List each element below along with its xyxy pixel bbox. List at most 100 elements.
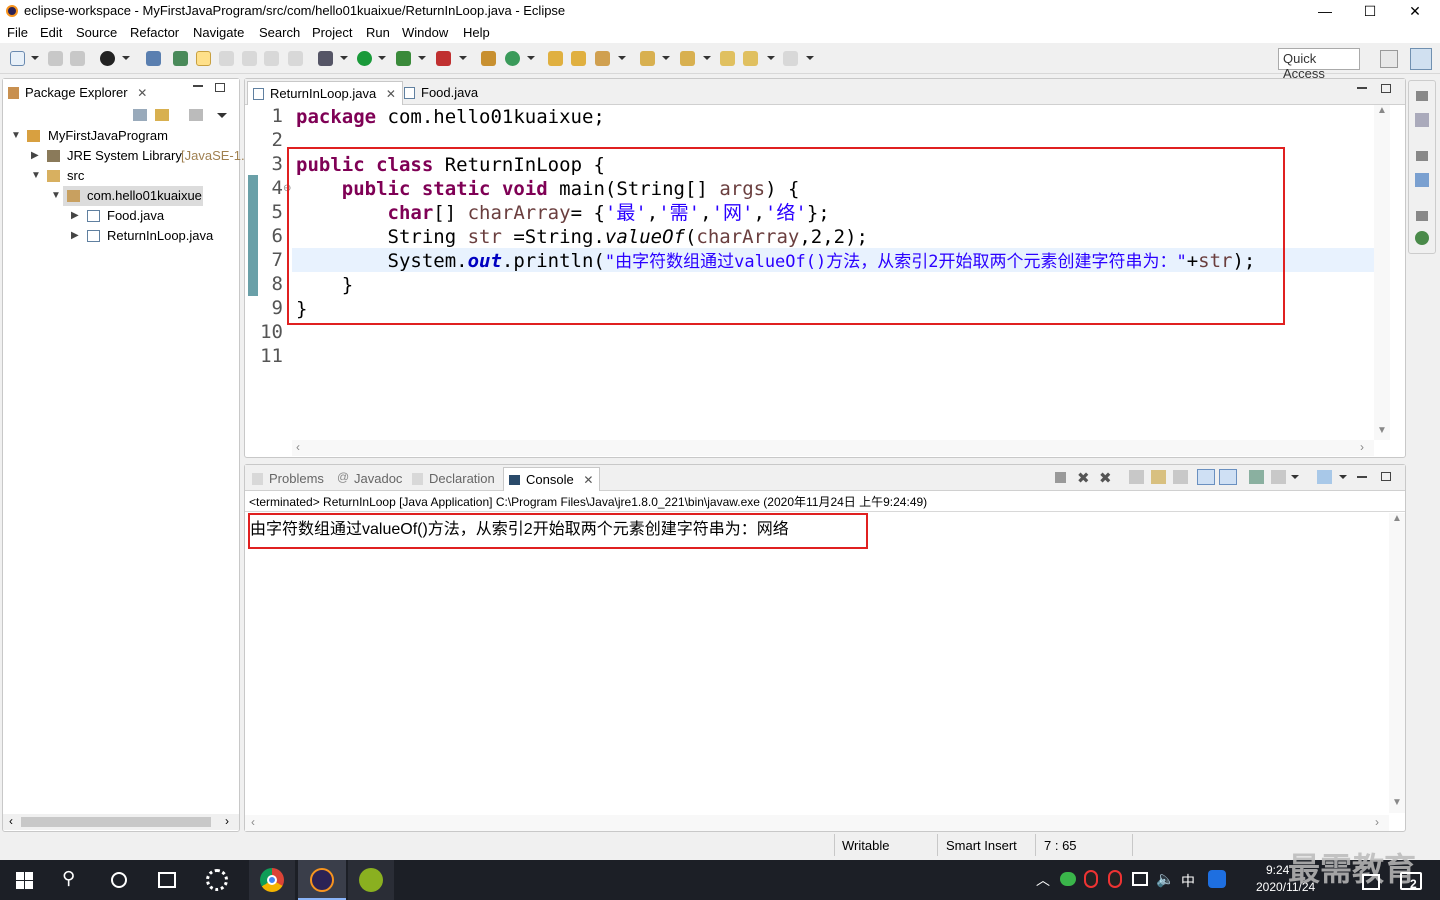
open-type-icon[interactable] <box>173 51 188 66</box>
editor-horizontal-scrollbar[interactable]: ‹ › <box>292 440 1374 456</box>
filter-icon[interactable] <box>189 109 203 121</box>
profile-icon[interactable] <box>100 51 115 66</box>
chevron-down-icon[interactable] <box>806 56 814 60</box>
skip-breakpoints-icon[interactable] <box>146 51 161 66</box>
chevron-down-icon[interactable]: ▼ <box>31 166 41 186</box>
quick-access-input[interactable]: Quick Access <box>1278 48 1360 81</box>
qq-browser-icon[interactable] <box>1208 870 1226 888</box>
chevron-right-icon[interactable]: ▶ <box>71 226 79 246</box>
chevron-down-icon[interactable]: ▼ <box>11 126 21 146</box>
tab-food[interactable]: Food.java <box>399 81 484 105</box>
code-line-1[interactable]: package com.hello01kuaixue; <box>296 105 605 129</box>
mark-occurrences-icon[interactable] <box>196 51 211 66</box>
menu-edit[interactable]: Edit <box>40 25 62 40</box>
open-console-icon[interactable] <box>1317 470 1332 484</box>
chevron-down-icon[interactable] <box>31 56 39 60</box>
paragraph-icon[interactable] <box>288 51 303 66</box>
chevron-down-icon[interactable] <box>767 56 775 60</box>
clock-time[interactable]: 9:24 <box>1266 863 1289 877</box>
forward-icon[interactable] <box>783 51 798 66</box>
editor-vertical-scrollbar[interactable]: ▲ ▼ <box>1374 105 1390 440</box>
close-button[interactable]: ✕ <box>1392 0 1438 22</box>
save-icon[interactable] <box>48 51 63 66</box>
show-on-stdout-icon[interactable] <box>1197 469 1215 485</box>
new-class-icon[interactable] <box>505 51 520 66</box>
task-list-icon[interactable] <box>1415 113 1429 127</box>
menu-navigate[interactable]: Navigate <box>193 25 244 40</box>
minimize-icon[interactable] <box>1357 476 1367 478</box>
scroll-down-icon[interactable]: ▼ <box>1392 797 1402 808</box>
minimize-icon[interactable] <box>193 85 203 87</box>
menu-help[interactable]: Help <box>463 25 490 40</box>
qq-icon[interactable] <box>1084 870 1098 888</box>
scroll-up-icon[interactable]: ▲ <box>1392 513 1402 524</box>
outline-icon[interactable] <box>1415 173 1429 187</box>
chevron-down-icon[interactable] <box>122 56 130 60</box>
chevron-down-icon[interactable] <box>378 56 386 60</box>
last-edit-icon[interactable] <box>720 51 735 66</box>
chevron-down-icon[interactable] <box>527 56 535 60</box>
display-console-icon[interactable] <box>1271 470 1286 484</box>
show-on-stderr-icon[interactable] <box>1219 469 1237 485</box>
search-icon[interactable] <box>595 51 610 66</box>
menu-search[interactable]: Search <box>259 25 300 40</box>
tab-package-explorer[interactable]: Package Explorer ✕ <box>3 81 153 105</box>
show-whitespace-icon[interactable] <box>264 51 279 66</box>
console-vertical-scrollbar[interactable]: ▲ ▼ <box>1389 513 1405 813</box>
run-icon[interactable] <box>357 51 372 66</box>
menu-source[interactable]: Source <box>76 25 117 40</box>
tab-returninloop[interactable]: ReturnInLoop.java ✕ <box>247 81 403 105</box>
chevron-down-icon[interactable] <box>703 56 711 60</box>
console-horizontal-scrollbar[interactable]: ‹ › <box>245 815 1389 831</box>
chevron-right-icon[interactable]: ▶ <box>71 206 79 226</box>
volume-icon[interactable]: 🔈 <box>1156 870 1175 888</box>
next-annotation-icon[interactable] <box>640 51 655 66</box>
chevron-right-icon[interactable]: ▶ <box>31 146 39 166</box>
collapse-all-icon[interactable] <box>133 109 147 121</box>
qq-icon[interactable] <box>1108 870 1122 888</box>
minimize-icon[interactable] <box>1357 87 1367 89</box>
ime-indicator[interactable]: 中 <box>1181 871 1195 891</box>
maximize-icon[interactable] <box>1381 84 1391 93</box>
scroll-left-icon[interactable]: ‹ <box>251 815 255 829</box>
chevron-down-icon[interactable] <box>1339 475 1347 479</box>
taskbar-item-app[interactable] <box>348 860 394 900</box>
chevron-down-icon[interactable] <box>340 56 348 60</box>
remove-launch-icon[interactable]: ✖ <box>1077 469 1090 487</box>
scroll-up-icon[interactable]: ▲ <box>1377 105 1387 116</box>
restore-icon[interactable] <box>1416 211 1428 221</box>
cortana-icon[interactable] <box>111 872 127 888</box>
status-insert-mode[interactable]: Smart Insert <box>946 838 1017 853</box>
menu-run[interactable]: Run <box>366 25 390 40</box>
tab-declaration[interactable]: Declaration <box>407 467 501 491</box>
menu-refactor[interactable]: Refactor <box>130 25 179 40</box>
scroll-lock-icon[interactable] <box>1151 470 1166 484</box>
new-java-project-icon[interactable] <box>481 51 496 66</box>
chevron-down-icon[interactable] <box>662 56 670 60</box>
scroll-right-icon[interactable]: › <box>1375 815 1379 829</box>
show-desktop-icon[interactable] <box>1362 874 1380 890</box>
menu-window[interactable]: Window <box>402 25 448 40</box>
maximize-icon[interactable] <box>215 83 225 92</box>
minimize-button[interactable]: — <box>1302 0 1348 22</box>
remove-all-icon[interactable]: ✖ <box>1099 469 1112 487</box>
save-all-icon[interactable] <box>70 51 85 66</box>
windows-start-icon[interactable] <box>16 872 34 889</box>
task-view-icon[interactable] <box>158 872 176 888</box>
chevron-down-icon[interactable] <box>459 56 467 60</box>
java-perspective-icon[interactable] <box>1410 48 1432 70</box>
tab-javadoc[interactable]: @ Javadoc <box>332 467 408 491</box>
clear-console-icon[interactable] <box>1129 470 1144 484</box>
terminate-icon[interactable] <box>1055 472 1066 483</box>
scroll-right-icon[interactable]: › <box>1360 440 1364 454</box>
scroll-thumb[interactable] <box>21 817 211 827</box>
coverage-icon[interactable] <box>396 51 411 66</box>
scroll-down-icon[interactable]: ▼ <box>1377 425 1387 436</box>
view-menu-icon[interactable] <box>217 113 227 118</box>
new-icon[interactable] <box>10 51 25 66</box>
network-icon[interactable] <box>1132 872 1148 886</box>
taskbar-item-eclipse[interactable] <box>298 860 346 900</box>
pin-console-icon[interactable] <box>1249 470 1264 484</box>
word-wrap-icon[interactable] <box>1173 470 1188 484</box>
external-tools-icon[interactable] <box>436 51 451 66</box>
